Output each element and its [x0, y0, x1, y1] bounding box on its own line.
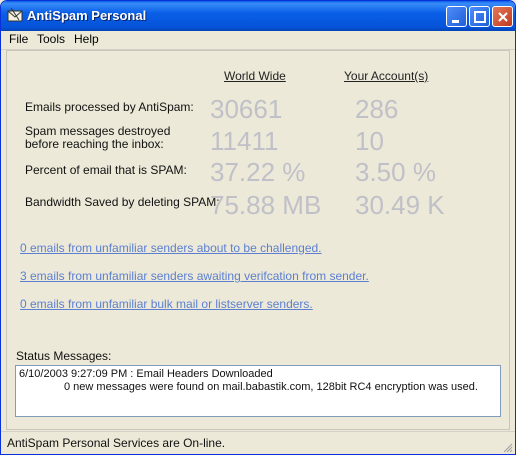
resize-grip-icon[interactable] [501, 441, 513, 453]
stat-label-bandwidth-saved: Bandwidth Saved by deleting SPAM: [25, 195, 220, 209]
stat-label-spam-destroyed: Spam messages destroyed before reaching … [25, 124, 171, 151]
menu-tools[interactable]: Tools [37, 32, 65, 46]
stat-world-emails-processed: 30661 [210, 94, 283, 124]
link-awaiting-verification[interactable]: 3 emails from unfamiliar senders awaitin… [20, 269, 369, 283]
link-bulk-mail-senders[interactable]: 0 emails from unfamiliar bulk mail or li… [20, 297, 313, 311]
stat-account-emails-processed: 286 [355, 94, 399, 124]
status-messages-label: Status Messages: [16, 349, 112, 363]
window-title: AntiSpam Personal [27, 8, 147, 23]
stat-label-percent-spam: Percent of email that is SPAM: [25, 163, 187, 177]
stat-account-bandwidth-saved: 30.49 K [355, 190, 445, 220]
close-icon [498, 12, 508, 22]
stat-world-percent-spam: 37.22 % [210, 157, 306, 187]
envelope-icon [7, 7, 23, 22]
link-challenged-senders[interactable]: 0 emails from unfamiliar senders about t… [20, 241, 322, 255]
app-window: AntiSpam Personal File Tools Help World … [0, 0, 516, 455]
status-message-line: 6/10/2003 9:27:09 PM : Email Headers Dow… [19, 368, 273, 380]
title-bar[interactable]: AntiSpam Personal [1, 1, 515, 31]
status-bar: AntiSpam Personal Services are On-line. [1, 431, 515, 454]
status-message-line: 0 new messages were found on mail.babast… [64, 381, 478, 393]
minimize-icon [452, 20, 459, 23]
menu-file[interactable]: File [9, 32, 28, 46]
stat-world-bandwidth-saved: 75.88 MB [210, 190, 322, 220]
stat-label-emails-processed: Emails processed by AntiSpam: [25, 100, 194, 114]
minimize-button[interactable] [446, 6, 467, 27]
maximize-button[interactable] [469, 6, 490, 27]
stat-account-spam-destroyed: 10 [355, 126, 384, 156]
status-bar-text: AntiSpam Personal Services are On-line. [7, 436, 226, 450]
column-header-world-wide: World Wide [224, 69, 286, 83]
status-messages-box[interactable]: 6/10/2003 9:27:09 PM : Email Headers Dow… [15, 365, 501, 417]
column-header-your-accounts: Your Account(s) [344, 69, 429, 83]
stat-account-percent-spam: 3.50 % [355, 157, 436, 187]
menu-help[interactable]: Help [74, 32, 99, 46]
stats-panel: World Wide Your Account(s) Emails proces… [6, 50, 510, 430]
maximize-icon [474, 11, 486, 23]
menu-bar: File Tools Help [1, 31, 515, 50]
close-button[interactable] [492, 6, 513, 27]
stat-world-spam-destroyed: 11411 [210, 126, 279, 156]
